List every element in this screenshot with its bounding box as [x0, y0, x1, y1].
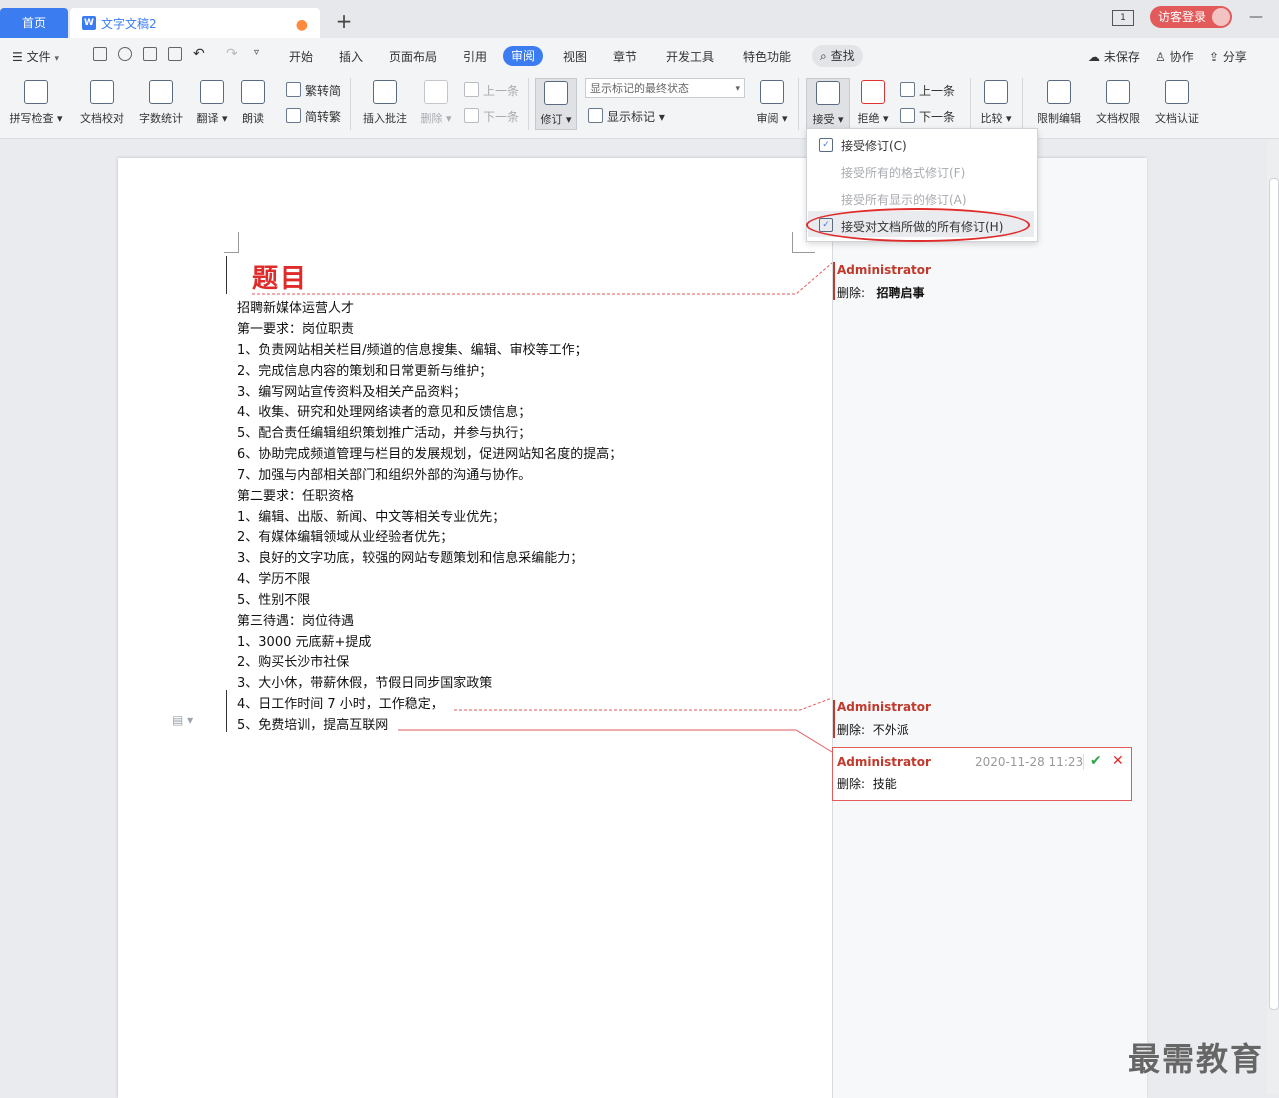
comment-body[interactable]: 删除: 招聘启事 — [837, 284, 925, 301]
comment-author: Administrator — [837, 755, 931, 769]
active-comment-box[interactable]: Administrator 2020-11-28 11:23 ✔ ✕ 删除: 技… — [832, 747, 1132, 801]
revision-connectors — [252, 262, 833, 753]
reject-x-icon[interactable]: ✕ — [1112, 753, 1124, 769]
comment-body: 删除: 技能 — [837, 775, 897, 792]
menu-item-accept-shown[interactable]: 接受所有显示的修订(A) — [841, 191, 967, 208]
comment-body[interactable]: 删除: 不外派 — [837, 721, 909, 738]
comment-deleted-text: 不外派 — [872, 723, 909, 737]
comment-label: 删除: — [837, 723, 866, 737]
watermark: 最需教育 — [1128, 1040, 1265, 1078]
comment-author: Administrator — [837, 263, 931, 277]
comment-author: Administrator — [837, 700, 931, 714]
comment-date: 2020-11-28 11:23 — [975, 755, 1084, 769]
menu-item-accept-format[interactable]: 接受所有的格式修订(F) — [841, 164, 965, 181]
checkbox-icon: ✓ — [819, 138, 833, 152]
menu-item-accept-change[interactable]: 接受修订(C) — [841, 137, 907, 154]
highlight-ellipse — [806, 208, 1030, 242]
divider — [1083, 754, 1084, 770]
comment-deleted-text: 技能 — [872, 777, 897, 791]
accept-check-icon[interactable]: ✔ — [1090, 753, 1102, 769]
balloon-bar — [833, 262, 835, 300]
balloon-bar — [833, 700, 835, 738]
comment-label: 删除: — [837, 286, 866, 300]
comment-deleted-text: 招聘启事 — [876, 286, 925, 300]
comment-label: 删除: — [837, 777, 866, 791]
